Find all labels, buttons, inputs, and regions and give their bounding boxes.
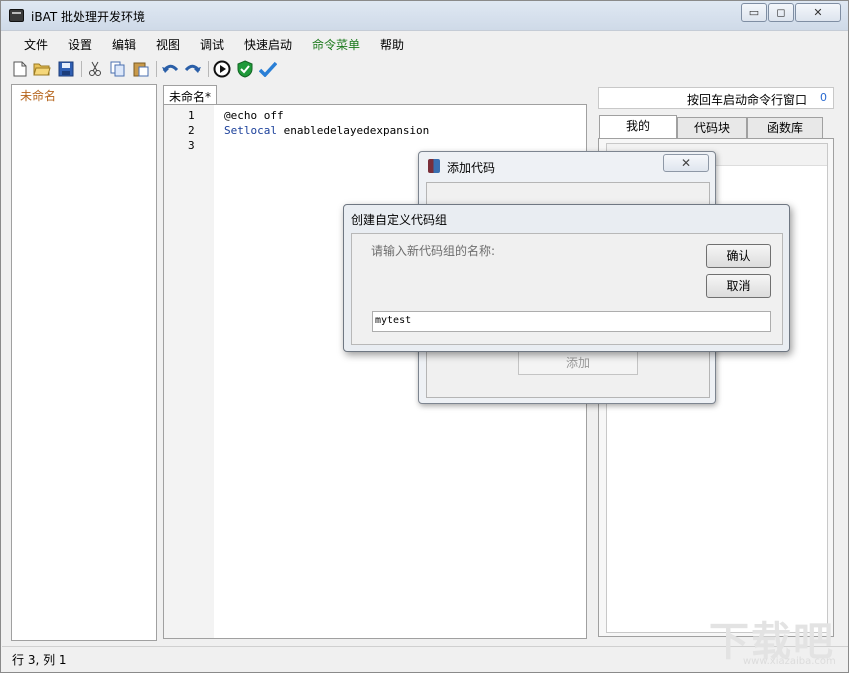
confirm-button[interactable]: 确认 <box>706 244 771 268</box>
title-bar: iBAT 批处理开发环境 ▭ ◻ ✕ <box>1 1 848 31</box>
add-code-dialog-title: 添加代码 <box>447 161 496 175</box>
maximize-button[interactable]: ◻ <box>768 3 794 22</box>
add-button[interactable]: 添加 <box>518 351 638 375</box>
menu-debug[interactable]: 调试 <box>200 36 224 53</box>
close-button[interactable]: ✕ <box>795 3 841 22</box>
tree-item-unnamed[interactable]: 未命名 <box>20 87 56 104</box>
group-name-prompt: 请输入新代码组的名称: <box>371 244 496 258</box>
menu-view[interactable]: 视图 <box>156 36 180 53</box>
toolbar-separator <box>81 61 82 77</box>
menu-help[interactable]: 帮助 <box>380 36 404 53</box>
new-file-icon[interactable] <box>11 60 29 78</box>
redo-icon[interactable] <box>184 60 202 78</box>
app-window: iBAT 批处理开发环境 ▭ ◻ ✕ 文件 设置 编辑 视图 调试 快速启动 命… <box>0 0 849 673</box>
book-icon <box>428 159 440 173</box>
menu-bar: 文件 设置 编辑 视图 调试 快速启动 命令菜单 帮助 <box>2 31 848 56</box>
cancel-button[interactable]: 取消 <box>706 274 771 298</box>
minimize-button[interactable]: ▭ <box>741 3 767 22</box>
line-number: 1 <box>188 109 195 122</box>
code-keyword: @echo <box>224 109 258 122</box>
group-name-input[interactable]: mytest <box>372 311 771 332</box>
tab-function-library[interactable]: 函数库 <box>747 117 823 139</box>
command-hint-bar[interactable]: 按回车启动命令行窗口 0 <box>598 87 834 109</box>
create-group-dialog-body: 请输入新代码组的名称: 确认 取消 mytest <box>351 233 783 345</box>
toolbar-separator <box>208 61 209 77</box>
code-text: enabledelayedexpansion <box>276 124 430 137</box>
paste-icon[interactable] <box>132 60 150 78</box>
tab-mine[interactable]: 我的 <box>599 115 677 139</box>
menu-quick-launch[interactable]: 快速启动 <box>244 36 292 53</box>
code-line: Setlocal enabledelayedexpansion <box>224 124 429 137</box>
tab-code-blocks[interactable]: 代码块 <box>677 117 747 139</box>
run-icon[interactable] <box>213 60 231 78</box>
window-title: iBAT 批处理开发环境 <box>31 10 145 24</box>
open-folder-icon[interactable] <box>33 60 51 78</box>
app-icon <box>9 9 24 22</box>
code-text: off <box>257 109 284 122</box>
create-group-dialog-title: 创建自定义代码组 <box>351 213 448 227</box>
cursor-position: 行 3, 列 1 <box>12 653 67 667</box>
cut-icon[interactable] <box>86 60 104 78</box>
command-hint-text: 按回车启动命令行窗口 <box>686 93 807 107</box>
copy-icon[interactable] <box>109 60 127 78</box>
toolbar <box>2 56 848 82</box>
menu-command[interactable]: 命令菜单 <box>312 36 360 53</box>
save-icon[interactable] <box>57 60 75 78</box>
line-number: 3 <box>188 139 195 152</box>
line-gutter <box>164 105 214 638</box>
code-line: @echo off <box>224 109 284 122</box>
create-group-dialog: 创建自定义代码组 请输入新代码组的名称: 确认 取消 mytest <box>343 204 790 352</box>
check-icon[interactable] <box>259 60 277 78</box>
undo-icon[interactable] <box>161 60 179 78</box>
toolbar-separator <box>156 61 157 77</box>
menu-file[interactable]: 文件 <box>24 36 48 53</box>
editor-tab[interactable]: 未命名* <box>163 85 217 105</box>
watermark-url: www.xiazaiba.com <box>743 656 836 667</box>
project-tree: 未命名 <box>11 84 157 641</box>
code-keyword: Setlocal <box>224 124 277 137</box>
command-hint-count: 0 <box>820 91 827 104</box>
menu-settings[interactable]: 设置 <box>68 36 92 53</box>
shield-check-icon[interactable] <box>236 60 254 78</box>
menu-edit[interactable]: 编辑 <box>112 36 136 53</box>
line-number: 2 <box>188 124 195 137</box>
add-code-close-button[interactable]: ✕ <box>663 154 709 172</box>
